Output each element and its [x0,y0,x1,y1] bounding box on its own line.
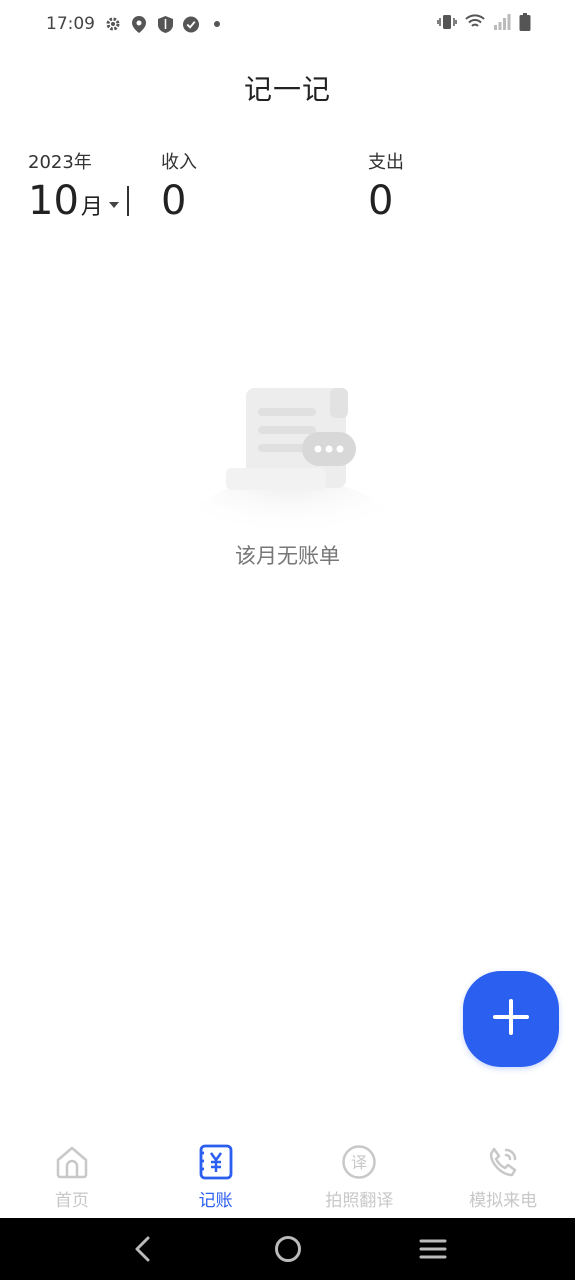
nav-item-home[interactable]: 首页 [0,1134,144,1218]
app-screen: 17:09 记一记 2023年 10 月 收入 0 支出 0 该月无账单 首页 … [0,0,575,1280]
empty-receipt-illustration [190,380,390,560]
home-icon [52,1142,92,1182]
expense-label: 支出 [368,152,404,173]
vibrate-icon [437,14,457,34]
nav-item-fake-call[interactable]: 模拟来电 [431,1134,575,1218]
month-selector[interactable]: 10 月 [28,178,119,224]
summary-divider [127,186,129,216]
nav-label-home: 首页 [54,1191,89,1211]
nav-label-ledger: 记账 [198,1191,233,1211]
status-left: 17:09 [46,14,225,34]
income-label: 收入 [161,152,197,173]
home-circle-icon[interactable] [264,1225,312,1273]
expense-value: 0 [368,178,394,224]
check-shield-icon [183,16,199,32]
status-bar: 17:09 [0,0,575,48]
gear-icon [105,16,121,32]
battery-icon [519,13,531,35]
bottom-nav: 首页 记账 译 拍照翻译 模拟来电 [0,1134,575,1218]
wifi-icon [465,14,485,34]
caret-down-icon [108,202,119,208]
shield-icon [157,15,173,33]
month-summary: 2023年 10 月 收入 0 支出 0 [28,148,548,228]
nav-item-ledger[interactable]: 记账 [144,1134,288,1218]
nav-item-photo-translate[interactable]: 译 拍照翻译 [288,1134,432,1218]
ledger-yen-icon [196,1142,236,1182]
dot-icon [209,16,225,32]
system-nav-bar [0,1218,575,1280]
back-icon[interactable] [119,1225,167,1273]
menu-icon[interactable] [409,1225,457,1273]
phone-call-icon [483,1142,523,1182]
translate-icon: 译 [339,1142,379,1182]
nav-label-photo-translate: 拍照翻译 [325,1191,394,1211]
status-time: 17:09 [46,14,95,34]
location-icon [131,15,147,33]
add-record-button[interactable] [463,971,559,1067]
nav-label-fake-call: 模拟来电 [469,1191,538,1211]
year-label: 2023年 [28,152,92,173]
month-number: 10 [28,178,79,224]
income-value: 0 [161,178,187,224]
plus-icon [492,998,530,1040]
svg-text:译: 译 [351,1153,367,1172]
empty-state-message: 该月无账单 [235,544,340,568]
month-unit: 月 [80,195,103,220]
status-right [437,13,531,35]
page-title: 记一记 [243,73,331,106]
signal-icon [493,14,511,34]
